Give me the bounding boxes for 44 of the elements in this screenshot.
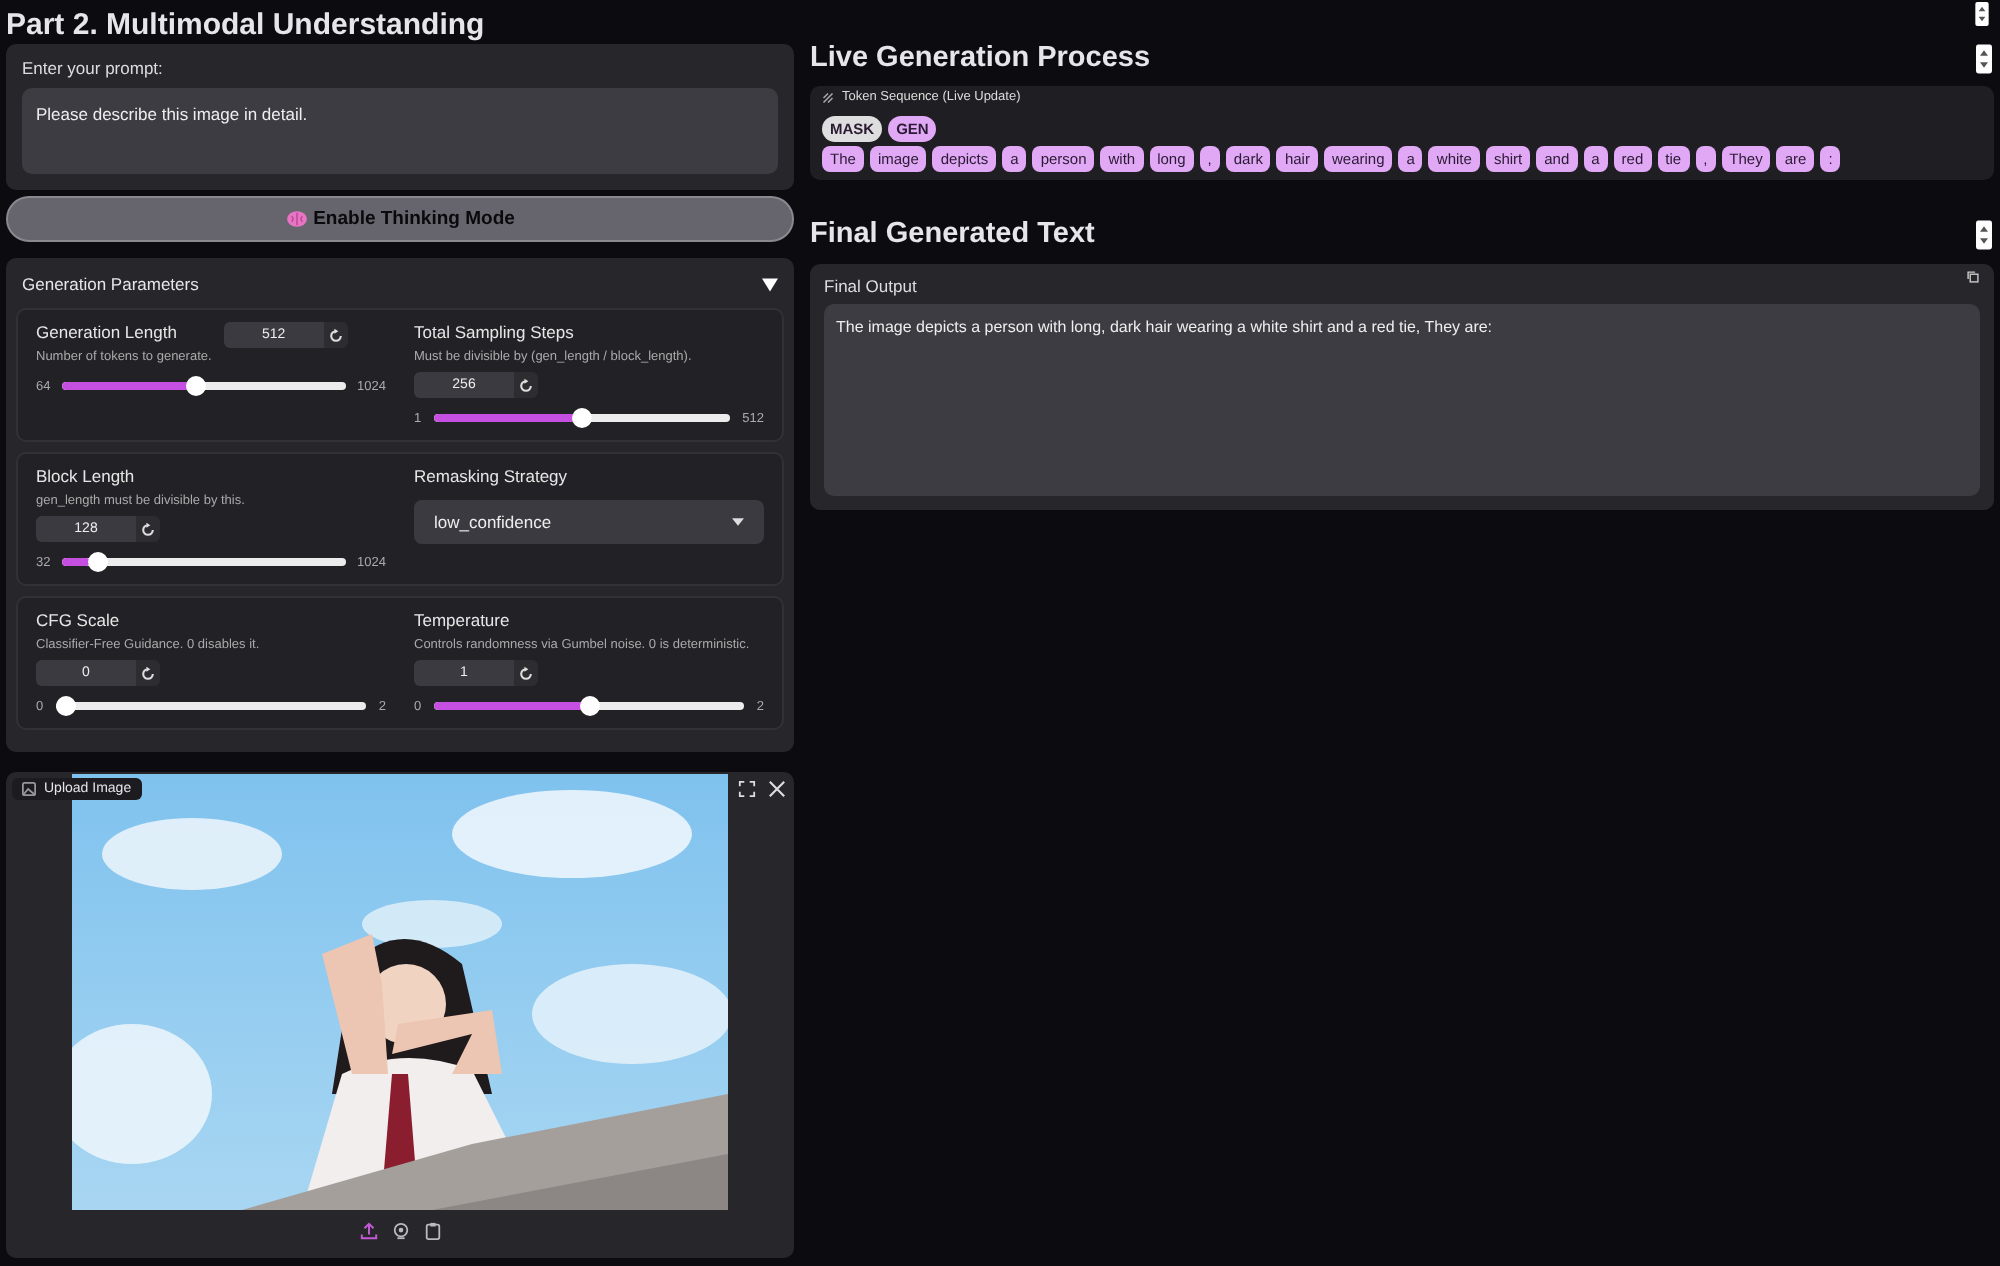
reset-button[interactable] xyxy=(323,322,348,348)
caret-icon xyxy=(732,518,744,526)
parameter-label: CFG Scale xyxy=(36,610,122,630)
slider[interactable] xyxy=(62,376,346,396)
reset-icon xyxy=(518,665,534,681)
parameter-label: Block Length xyxy=(36,466,137,486)
fullscreen-icon[interactable] xyxy=(738,780,756,798)
output-field[interactable]: The image depicts a person with long, dark hair wearing a white shirt and a red tie, They are: xyxy=(824,304,1980,496)
panel-title: Generation Parameters xyxy=(22,274,199,294)
section-title: Part 2. Multimodal Understanding xyxy=(6,10,485,40)
image-icon xyxy=(22,782,36,796)
prompt-field[interactable]: Please describe this image in detail. xyxy=(22,88,778,174)
stepper-icon[interactable] xyxy=(1976,43,1992,73)
brain-icon xyxy=(285,210,308,228)
slider[interactable] xyxy=(55,696,367,716)
parameter-label: Temperature xyxy=(414,610,512,630)
field-label: Enter your prompt: xyxy=(22,58,165,78)
parameter-label: Total Sampling Steps xyxy=(414,322,576,342)
stepper-icon[interactable] xyxy=(1976,219,1992,249)
reset-button[interactable] xyxy=(514,660,538,686)
stepper-icon[interactable] xyxy=(1974,2,1990,26)
slider[interactable] xyxy=(433,696,745,716)
section-title: Final Generated Text xyxy=(810,218,1095,250)
field-label: Final Output xyxy=(824,276,917,296)
parameter-label: Generation Length xyxy=(36,322,179,342)
slider[interactable] xyxy=(433,408,731,428)
reset-button[interactable] xyxy=(136,516,160,542)
reset-icon xyxy=(327,327,344,343)
copy-icon[interactable] xyxy=(1966,270,1980,284)
chart-icon xyxy=(822,91,834,103)
parameter-label: Remasking Strategy xyxy=(414,466,570,486)
upload-icon[interactable] xyxy=(359,1222,377,1240)
clipboard-icon[interactable] xyxy=(423,1222,441,1240)
strategy-dropdown[interactable]: low_confidence xyxy=(414,500,764,544)
collapse-icon[interactable] xyxy=(762,277,778,291)
reset-icon xyxy=(140,521,156,537)
reset-icon xyxy=(518,377,534,393)
slider[interactable] xyxy=(62,552,346,572)
reset-button[interactable] xyxy=(514,372,538,398)
reset-icon xyxy=(140,665,156,681)
section-title: Live Generation Process xyxy=(810,42,1151,74)
reset-button[interactable] xyxy=(136,660,160,686)
webcam-icon[interactable] xyxy=(391,1222,409,1240)
close-icon[interactable] xyxy=(768,780,786,798)
